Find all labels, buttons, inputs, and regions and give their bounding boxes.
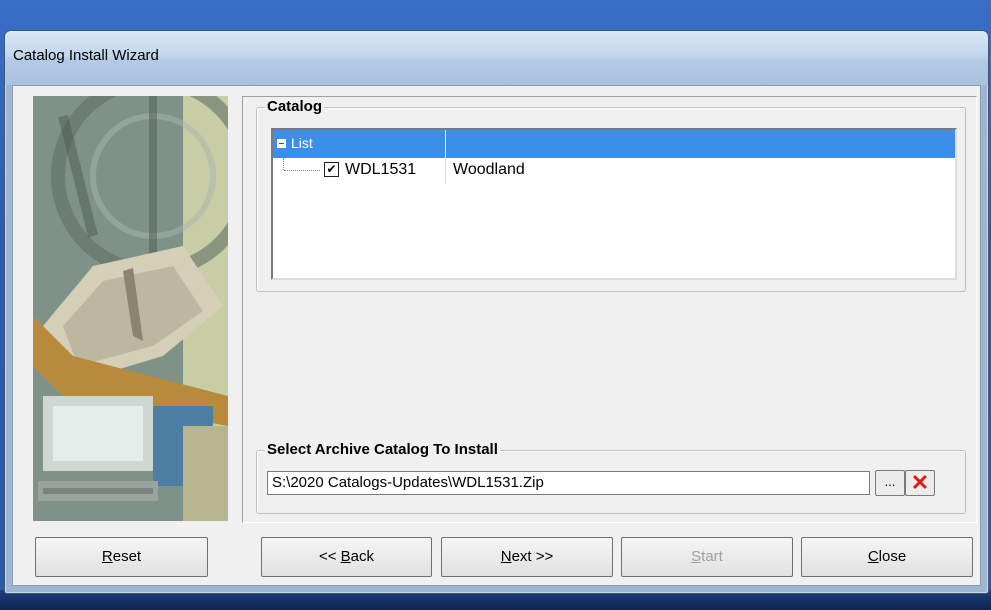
wizard-window: Catalog Install Wizard Catalog List ✔ WD… [4,30,989,594]
reset-label: eset [112,548,142,565]
catalog-groupbox: Catalog List ✔ WDL1531 Woodland [256,98,966,292]
catalog-code: WDL1531 [345,161,417,178]
back-prefix: << [318,548,341,565]
back-label: ack [350,548,375,565]
start-label: tart [701,548,723,565]
close-button[interactable]: Close [801,537,973,577]
archive-groupbox: Select Archive Catalog To Install ... ✕ [256,441,966,514]
collapse-icon[interactable] [277,139,286,148]
browse-button-label: ... [884,474,896,489]
window-client-area: Catalog List ✔ WDL1531 Woodland Select A… [12,85,981,586]
reset-button[interactable]: Reset [35,537,208,577]
back-button[interactable]: << Back [261,537,432,577]
catalog-name: Woodland [453,161,525,178]
next-button[interactable]: Next >> [441,537,613,577]
column-divider [445,158,446,184]
wizard-side-image [33,96,228,521]
next-label: ext >> [511,548,554,565]
catalog-group-label: Catalog [265,98,325,115]
clear-path-button[interactable]: ✕ [905,470,935,496]
catalog-checkbox[interactable]: ✔ [324,162,339,177]
catalog-tree[interactable]: List ✔ WDL1531 Woodland [271,128,957,280]
tree-root-label: List [291,135,313,151]
wizard-content-panel: Catalog List ✔ WDL1531 Woodland Select A… [242,96,977,523]
red-x-icon: ✕ [910,470,930,495]
column-divider [445,130,446,158]
tree-header-row[interactable]: List [273,130,955,158]
tree-connector-line [284,170,320,171]
close-mnemonic: C [867,548,879,565]
next-mnemonic: N [500,548,512,565]
start-button[interactable]: Start [621,537,793,577]
browse-button[interactable]: ... [875,470,905,496]
open-book-illustration [33,96,228,521]
back-mnemonic: B [340,548,351,565]
title-bar[interactable]: Catalog Install Wizard [5,31,988,85]
close-label: lose [878,548,907,565]
tree-row[interactable]: ✔ WDL1531 Woodland [273,158,955,184]
start-mnemonic: S [691,548,702,565]
archive-group-label: Select Archive Catalog To Install [265,441,500,458]
tree-connector-line [283,158,284,170]
window-title: Catalog Install Wizard [13,47,159,64]
reset-mnemonic: R [101,548,113,565]
archive-path-input[interactable] [267,471,870,495]
